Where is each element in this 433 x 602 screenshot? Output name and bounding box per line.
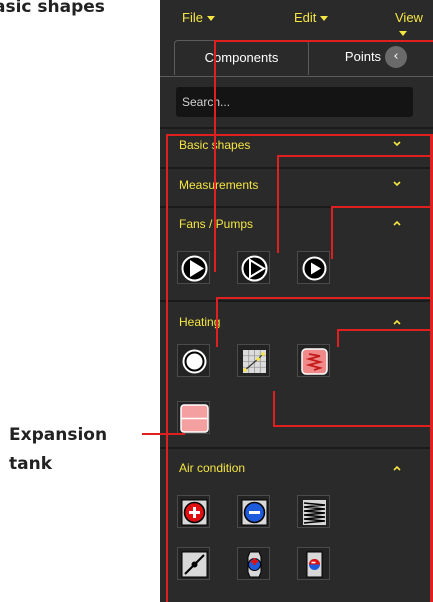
annotation-line-heater <box>337 329 339 347</box>
damper-icon[interactable] <box>177 547 210 580</box>
cooling-coil-minus-icon[interactable] <box>237 495 270 528</box>
pump-outline-icon[interactable] <box>237 251 270 284</box>
section-fans-pumps: Fans / Pumps <box>160 208 433 302</box>
annotation-line-basic <box>166 134 433 136</box>
annotation-line-curve <box>273 391 275 427</box>
annotation-line-fan <box>331 206 433 208</box>
filter-icon[interactable] <box>297 495 330 528</box>
fan-icon[interactable] <box>297 251 330 284</box>
annotation-line-pump-outline <box>277 155 433 157</box>
chevron-up-icon[interactable] <box>392 218 402 228</box>
search-input[interactable] <box>176 87 413 117</box>
annotation-line-boiler <box>216 297 433 299</box>
chevron-down-icon <box>393 181 401 187</box>
boiler-circle-icon[interactable] <box>177 344 210 377</box>
section-title: Measurements <box>179 178 259 192</box>
annotation-line-boiler <box>216 297 218 347</box>
heating-curve-icon[interactable] <box>237 344 270 377</box>
menu-view[interactable]: View <box>395 10 433 40</box>
annotation-line-expansion <box>142 433 185 435</box>
caret-down-icon <box>320 16 329 22</box>
section-measurements[interactable]: Measurements <box>160 169 433 208</box>
section-title: Heating <box>179 315 221 329</box>
annotation-line-fan <box>331 206 333 259</box>
components-panel: File Edit View Components Points ‹ Basic… <box>160 0 433 602</box>
caret-down-icon <box>399 31 407 37</box>
annotation-line-pump-outline <box>277 155 279 253</box>
heating-coil-plus-icon[interactable] <box>177 495 210 528</box>
tab-bar: Components Points <box>174 40 418 76</box>
section-air-condition: Air condition <box>160 449 433 602</box>
annotation-line-curve <box>273 425 433 427</box>
menu-file[interactable]: File <box>182 10 215 25</box>
menu-edit[interactable]: Edit <box>294 10 329 25</box>
chevron-left-icon[interactable]: ‹ <box>385 46 407 68</box>
section-title: Air condition <box>179 461 246 475</box>
annotation-line-heater <box>337 329 433 331</box>
section-title: Fans / Pumps <box>179 217 254 231</box>
tab-components[interactable]: Components <box>174 40 309 75</box>
annotation-expansion-tank: Expansion tank <box>9 425 108 474</box>
sensor-probe-icon[interactable] <box>237 547 270 580</box>
chevron-up-icon[interactable] <box>392 317 402 327</box>
annotation-line-basic <box>166 134 168 602</box>
menubar: File Edit View <box>160 0 433 37</box>
annotation-basic-shapes: asic shapes <box>0 0 105 17</box>
heater-coil-icon[interactable] <box>297 344 330 377</box>
chevron-up-icon[interactable] <box>392 463 402 473</box>
tab-divider <box>160 76 433 77</box>
expansion-tank-icon[interactable] <box>177 401 210 434</box>
annotation-line-pump <box>214 40 216 272</box>
chevron-down-icon <box>393 141 401 147</box>
caret-down-icon <box>206 16 215 22</box>
annotation-line-pump <box>214 40 433 42</box>
pump-icon[interactable] <box>177 251 210 284</box>
room-sensor-icon[interactable] <box>297 547 330 580</box>
